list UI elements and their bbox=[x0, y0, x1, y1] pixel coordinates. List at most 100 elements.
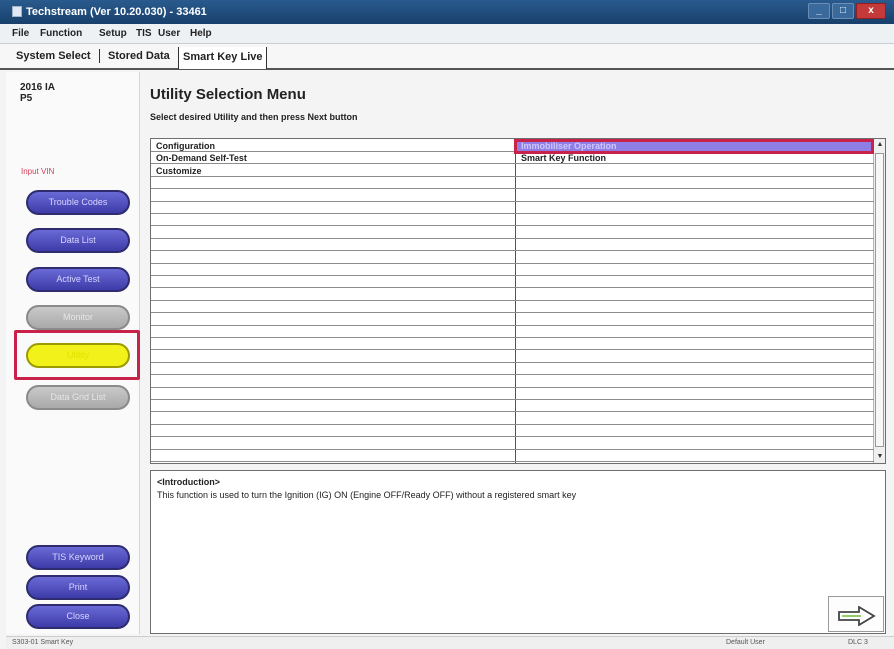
right-utility-cell[interactable] bbox=[516, 191, 874, 202]
menu-file[interactable]: File bbox=[12, 28, 29, 39]
left-utility-cell[interactable] bbox=[151, 203, 515, 214]
table-row[interactable]: On-Demand Self-Test Smart Key Function bbox=[151, 153, 874, 165]
right-utility-cell[interactable] bbox=[516, 240, 874, 251]
right-utility-cell[interactable] bbox=[516, 315, 874, 326]
right-utility-cell[interactable] bbox=[516, 166, 874, 177]
right-utility-cell[interactable] bbox=[516, 203, 874, 214]
right-utility-cell[interactable] bbox=[516, 178, 874, 189]
table-row[interactable] bbox=[151, 352, 874, 363]
left-utility-cell[interactable] bbox=[151, 265, 515, 276]
data-list-button[interactable]: Data List bbox=[26, 228, 130, 253]
table-row[interactable] bbox=[151, 401, 874, 413]
right-utility-cell[interactable] bbox=[516, 377, 874, 388]
table-row[interactable] bbox=[151, 290, 874, 301]
menu-user[interactable]: User bbox=[158, 28, 180, 39]
table-row[interactable] bbox=[151, 426, 874, 438]
menu-function[interactable]: Function bbox=[40, 28, 82, 39]
table-row[interactable] bbox=[151, 389, 874, 400]
left-utility-cell[interactable] bbox=[151, 426, 515, 437]
left-utility-cell[interactable] bbox=[151, 228, 515, 239]
left-utility-cell[interactable] bbox=[151, 339, 515, 350]
table-row[interactable] bbox=[151, 451, 874, 462]
scroll-down-icon[interactable]: ▼ bbox=[874, 451, 886, 463]
left-utility-cell[interactable] bbox=[151, 240, 515, 251]
left-utility-cell[interactable] bbox=[151, 315, 515, 326]
right-utility-cell[interactable] bbox=[516, 426, 874, 437]
tab-stored-data[interactable]: Stored Data bbox=[104, 50, 174, 62]
left-utility-cell[interactable] bbox=[151, 439, 515, 450]
scroll-thumb[interactable] bbox=[875, 153, 884, 447]
minimize-button[interactable]: _ bbox=[808, 3, 830, 19]
table-row[interactable] bbox=[151, 228, 874, 239]
left-utility-cell[interactable] bbox=[151, 364, 515, 375]
input-vin-link[interactable]: Input VIN bbox=[21, 167, 54, 176]
menu-help[interactable]: Help bbox=[190, 28, 212, 39]
print-button[interactable]: Print bbox=[26, 575, 130, 600]
right-utility-cell[interactable] bbox=[516, 228, 874, 239]
left-utility-cell[interactable] bbox=[151, 302, 515, 313]
left-utility-cell[interactable] bbox=[151, 191, 515, 202]
active-test-button[interactable]: Active Test bbox=[26, 267, 130, 292]
table-row[interactable] bbox=[151, 178, 874, 190]
table-row[interactable] bbox=[151, 191, 874, 202]
monitor-button[interactable]: Monitor bbox=[26, 305, 130, 330]
trouble-codes-button[interactable]: Trouble Codes bbox=[26, 190, 130, 215]
left-utility-cell[interactable]: Configuration bbox=[151, 141, 515, 152]
menu-setup[interactable]: Setup bbox=[99, 28, 127, 39]
left-utility-cell[interactable]: On-Demand Self-Test bbox=[151, 153, 515, 164]
right-utility-cell[interactable] bbox=[516, 451, 874, 462]
table-row[interactable] bbox=[151, 240, 874, 252]
table-row[interactable] bbox=[151, 265, 874, 276]
table-row[interactable] bbox=[151, 377, 874, 388]
right-utility-cell[interactable] bbox=[516, 352, 874, 363]
table-row[interactable] bbox=[151, 414, 874, 425]
table-row[interactable] bbox=[151, 364, 874, 376]
right-utility-cell[interactable] bbox=[516, 401, 874, 412]
table-row[interactable] bbox=[151, 253, 874, 264]
left-utility-cell[interactable] bbox=[151, 290, 515, 301]
left-utility-cell[interactable] bbox=[151, 389, 515, 400]
right-utility-cell[interactable] bbox=[516, 339, 874, 350]
right-utility-cell[interactable] bbox=[516, 364, 874, 375]
left-utility-cell[interactable] bbox=[151, 451, 515, 462]
right-utility-cell[interactable] bbox=[516, 290, 874, 301]
left-utility-cell[interactable] bbox=[151, 401, 515, 412]
close-button[interactable]: Close bbox=[26, 604, 130, 629]
maximize-button[interactable]: □ bbox=[832, 3, 854, 19]
left-utility-cell[interactable] bbox=[151, 253, 515, 264]
table-row[interactable] bbox=[151, 315, 874, 326]
left-utility-cell[interactable] bbox=[151, 277, 515, 288]
table-row[interactable] bbox=[151, 339, 874, 351]
right-utility-cell[interactable] bbox=[516, 265, 874, 276]
scroll-up-icon[interactable]: ▲ bbox=[874, 139, 886, 151]
right-utility-cell[interactable] bbox=[516, 277, 874, 288]
left-utility-cell[interactable] bbox=[151, 178, 515, 189]
tab-system-select[interactable]: System Select bbox=[12, 50, 95, 62]
right-utility-cell[interactable] bbox=[516, 389, 874, 400]
right-utility-cell[interactable] bbox=[516, 215, 874, 226]
left-utility-cell[interactable] bbox=[151, 215, 515, 226]
right-utility-cell[interactable] bbox=[516, 253, 874, 264]
left-utility-cell[interactable]: Customize bbox=[151, 166, 515, 177]
tis-keyword-button[interactable]: TIS Keyword bbox=[26, 545, 130, 570]
table-row[interactable] bbox=[151, 215, 874, 227]
left-utility-cell[interactable] bbox=[151, 327, 515, 338]
left-utility-cell[interactable] bbox=[151, 352, 515, 363]
data-grid-list-button[interactable]: Data Grid List bbox=[26, 385, 130, 410]
close-window-button[interactable]: x bbox=[856, 3, 886, 19]
tab-smart-key-live[interactable]: Smart Key Live bbox=[178, 47, 268, 69]
right-utility-cell[interactable]: Smart Key Function bbox=[516, 153, 874, 164]
table-row[interactable]: Customize bbox=[151, 166, 874, 177]
table-row[interactable] bbox=[151, 277, 874, 289]
right-utility-cell[interactable] bbox=[516, 302, 874, 313]
right-utility-cell[interactable] bbox=[516, 414, 874, 425]
next-button[interactable] bbox=[828, 596, 884, 632]
left-utility-cell[interactable] bbox=[151, 414, 515, 425]
left-utility-cell[interactable] bbox=[151, 377, 515, 388]
table-row[interactable] bbox=[151, 327, 874, 338]
table-row[interactable] bbox=[151, 302, 874, 314]
table-row[interactable] bbox=[151, 439, 874, 450]
table-row[interactable] bbox=[151, 203, 874, 214]
menu-tis[interactable]: TIS bbox=[136, 28, 152, 39]
grid-scrollbar[interactable]: ▲ ▼ bbox=[873, 139, 885, 463]
